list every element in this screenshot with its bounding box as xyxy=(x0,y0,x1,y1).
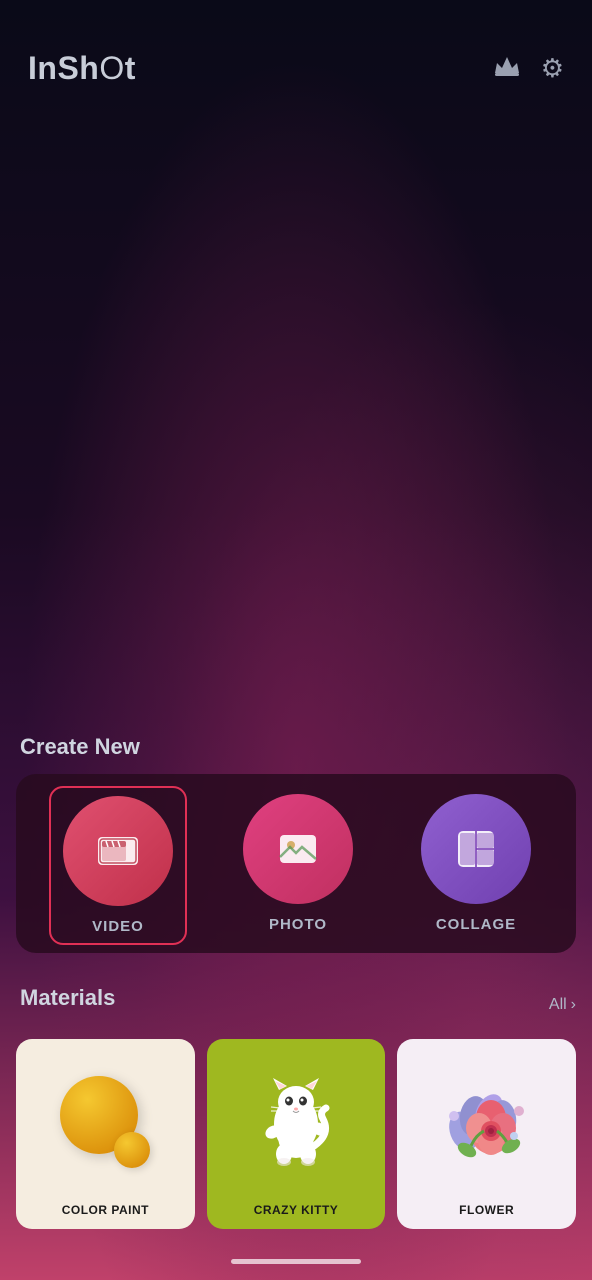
materials-title: Materials xyxy=(16,985,115,1011)
chevron-icon: › xyxy=(571,996,576,1014)
material-crazy-kitty[interactable]: CRAZY KITTY xyxy=(207,1039,386,1229)
crazy-kitty-image xyxy=(207,1039,386,1195)
collage-icon xyxy=(452,825,500,873)
materials-section: Materials All › COLOR PAINT xyxy=(0,969,592,1249)
color-paint-label: COLOR PAINT xyxy=(58,1195,153,1229)
home-bar xyxy=(231,1259,361,1264)
create-photo-item[interactable]: PHOTO xyxy=(243,794,353,937)
home-indicator xyxy=(0,1249,592,1280)
create-new-card: VIDEO PHOTO xyxy=(16,774,576,953)
app-logo: InShOt xyxy=(28,50,136,87)
crazy-kitty-label: CRAZY KITTY xyxy=(250,1195,343,1229)
projects-area xyxy=(0,107,592,734)
settings-icon[interactable]: ⚙ xyxy=(541,53,564,84)
header-actions: ⚙ xyxy=(493,53,564,84)
crown-icon[interactable] xyxy=(493,53,521,84)
video-circle xyxy=(63,796,173,906)
materials-all-link[interactable]: All › xyxy=(549,996,576,1014)
materials-grid: COLOR PAINT xyxy=(16,1039,576,1229)
collage-label: COLLAGE xyxy=(436,916,516,933)
create-new-section: Create New VIDEO xyxy=(0,734,592,969)
create-video-item[interactable]: VIDEO xyxy=(49,786,187,945)
material-flower[interactable]: FLOWER xyxy=(397,1039,576,1229)
materials-header: Materials All › xyxy=(16,985,576,1025)
flower-label: FLOWER xyxy=(455,1195,518,1229)
collage-circle xyxy=(421,794,531,904)
flower-svg xyxy=(439,1076,534,1166)
header: InShOt ⚙ xyxy=(0,0,592,107)
cat-svg xyxy=(251,1074,341,1169)
flower-image xyxy=(397,1039,576,1195)
create-collage-item[interactable]: COLLAGE xyxy=(421,794,531,937)
photo-circle xyxy=(243,794,353,904)
photo-icon xyxy=(274,825,322,873)
video-label: VIDEO xyxy=(92,918,144,935)
create-new-title: Create New xyxy=(16,734,576,760)
photo-label: PHOTO xyxy=(269,916,327,933)
color-paint-image xyxy=(16,1039,195,1195)
video-icon xyxy=(94,827,142,875)
material-color-paint[interactable]: COLOR PAINT xyxy=(16,1039,195,1229)
